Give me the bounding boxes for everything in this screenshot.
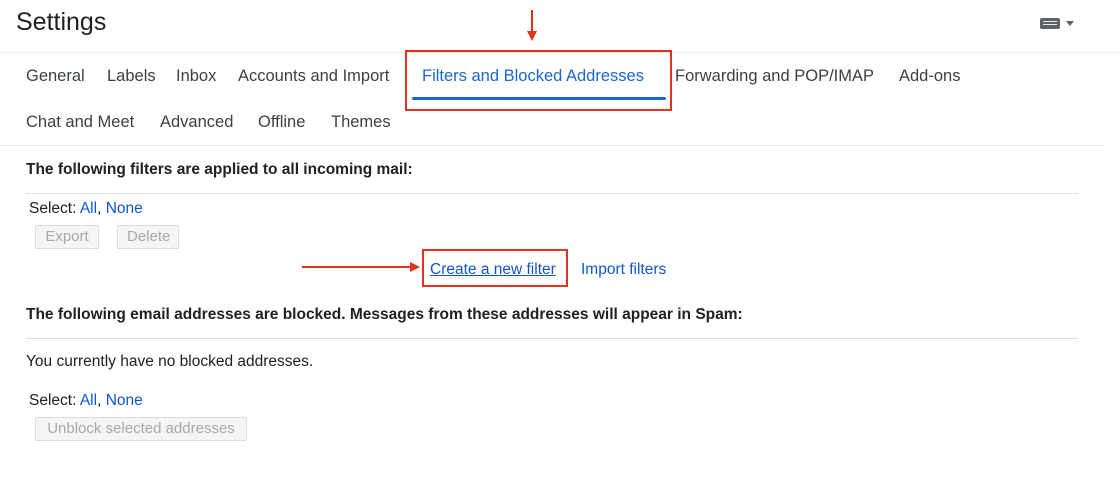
settings-header: Settings	[0, 0, 1120, 53]
filters-heading: The following filters are applied to all…	[26, 161, 413, 178]
tab-forwarding-and-pop-imap[interactable]: Forwarding and POP/IMAP	[675, 67, 874, 86]
tab-labels[interactable]: Labels	[107, 67, 156, 86]
select-all-link[interactable]: All	[80, 200, 97, 217]
blocked-divider	[26, 338, 1078, 339]
annotation-arrow-right-head	[410, 262, 420, 272]
delete-button[interactable]: Delete	[117, 225, 179, 249]
blocked-select-row: Select: All, None	[29, 392, 143, 410]
select-none-link[interactable]: None	[106, 392, 143, 409]
blocked-heading: The following email addresses are blocke…	[26, 306, 743, 323]
tab-offline[interactable]: Offline	[258, 113, 305, 132]
tab-add-ons[interactable]: Add-ons	[899, 67, 960, 86]
chevron-down-icon	[1066, 21, 1074, 26]
annotation-arrow-right	[302, 266, 412, 268]
select-separator: ,	[97, 200, 102, 217]
select-all-link[interactable]: All	[80, 392, 97, 409]
filters-select-row: Select: All, None	[29, 200, 143, 218]
unblock-selected-button[interactable]: Unblock selected addresses	[35, 417, 247, 441]
tabs-divider	[0, 145, 1105, 146]
filters-divider	[26, 193, 1078, 194]
tab-advanced[interactable]: Advanced	[160, 113, 233, 132]
annotation-box-create-filter	[422, 249, 568, 287]
export-button[interactable]: Export	[35, 225, 99, 249]
annotation-arrow-down-head	[527, 31, 537, 41]
no-blocked-text: You currently have no blocked addresses.	[26, 353, 314, 370]
tab-general[interactable]: General	[26, 67, 85, 86]
select-none-link[interactable]: None	[106, 200, 143, 217]
select-separator: ,	[97, 392, 102, 409]
tab-inbox[interactable]: Inbox	[176, 67, 216, 86]
annotation-arrow-down	[531, 10, 533, 33]
page-title: Settings	[16, 8, 107, 36]
import-filters-link[interactable]: Import filters	[581, 261, 666, 279]
tab-chat-and-meet[interactable]: Chat and Meet	[26, 113, 134, 132]
annotation-box-filters-tab	[405, 50, 672, 111]
tab-accounts-and-import[interactable]: Accounts and Import	[238, 67, 389, 86]
input-tools-toggle[interactable]	[1040, 18, 1074, 29]
select-label: Select:	[29, 392, 77, 409]
tab-themes[interactable]: Themes	[331, 113, 391, 132]
keyboard-icon	[1040, 18, 1060, 29]
select-label: Select:	[29, 200, 77, 217]
